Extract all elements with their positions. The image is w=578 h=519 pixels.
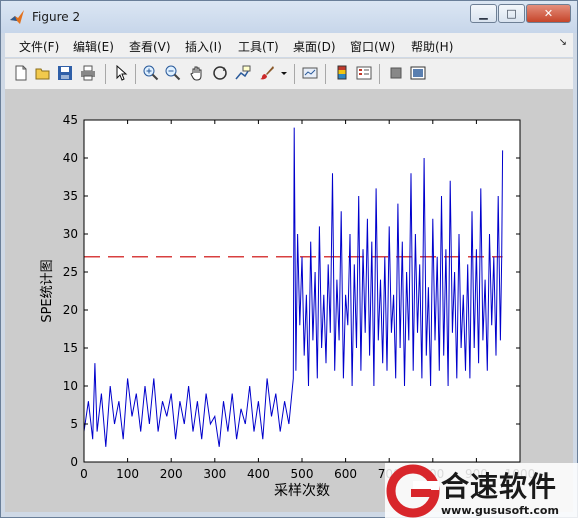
brush-dropdown-icon[interactable] [280, 65, 288, 81]
pointer-icon[interactable] [113, 65, 129, 81]
y-tick-label: 10 [63, 379, 78, 393]
minimize-button[interactable]: ▁ [470, 4, 497, 23]
toolbar-separator [105, 64, 106, 84]
x-tick-label: 100 [116, 467, 139, 481]
spe-chart: 0100200300400500600700800900100005101520… [40, 113, 535, 499]
y-tick-label: 45 [63, 113, 78, 127]
dock-arrow-icon[interactable]: ↘ [559, 37, 567, 48]
toolbar-separator [294, 64, 295, 84]
pan-hand-icon[interactable] [189, 65, 205, 81]
toolbar-separator [135, 64, 136, 84]
zoom-in-icon[interactable] [143, 65, 159, 81]
x-tick-label: 500 [291, 467, 314, 481]
rotate-3d-icon[interactable] [212, 65, 228, 81]
figure-window: Figure 2 ▁ □ ✕ 文件(F) 编辑(E) 查看(V) 插入(I) 工… [0, 0, 578, 519]
y-tick-label: 35 [63, 189, 78, 203]
menu-help[interactable]: 帮助(H) [411, 38, 453, 55]
menu-desktop[interactable]: 桌面(D) [293, 38, 336, 55]
menu-view[interactable]: 查看(V) [129, 38, 171, 55]
toolbar-separator [379, 64, 380, 84]
menu-file[interactable]: 文件(F) [19, 38, 59, 55]
y-tick-label: 40 [63, 151, 78, 165]
legend-icon[interactable] [356, 65, 372, 81]
window-title: Figure 2 [32, 10, 81, 24]
y-tick-label: 30 [63, 227, 78, 241]
watermark-url: www.gususoft.com [441, 504, 559, 517]
x-axis-label: 采样次数 [274, 483, 330, 499]
toolbar [5, 58, 573, 90]
x-tick-label: 600 [334, 467, 357, 481]
y-tick-label: 25 [63, 265, 78, 279]
zoom-out-icon[interactable] [165, 65, 181, 81]
save-icon[interactable] [57, 65, 73, 81]
x-tick-label: 200 [160, 467, 183, 481]
menu-bar: 文件(F) 编辑(E) 查看(V) 插入(I) 工具(T) 桌面(D) 窗口(W… [5, 33, 573, 57]
link-plot-icon[interactable] [302, 65, 318, 81]
x-tick-label: 400 [247, 467, 270, 481]
matlab-logo-icon [10, 10, 24, 24]
close-button[interactable]: ✕ [526, 4, 571, 23]
x-tick-label: 0 [80, 467, 88, 481]
hide-plot-tools-icon[interactable] [388, 65, 404, 81]
open-file-icon[interactable] [35, 65, 51, 81]
y-tick-label: 15 [63, 341, 78, 355]
menu-edit[interactable]: 编辑(E) [73, 38, 114, 55]
new-figure-icon[interactable] [13, 65, 29, 81]
y-tick-label: 5 [70, 417, 78, 431]
colorbar-icon[interactable] [334, 65, 350, 81]
print-icon[interactable] [80, 65, 96, 81]
y-tick-label: 0 [70, 455, 78, 469]
maximize-button[interactable]: □ [498, 4, 525, 23]
data-cursor-icon[interactable] [235, 65, 251, 81]
title-bar[interactable]: Figure 2 ▁ □ ✕ [1, 1, 577, 33]
y-axis-label: SPE统计图 [40, 259, 55, 322]
menu-window[interactable]: 窗口(W) [350, 38, 395, 55]
menu-tools[interactable]: 工具(T) [238, 38, 279, 55]
show-plot-tools-icon[interactable] [410, 65, 426, 81]
menu-insert[interactable]: 插入(I) [185, 38, 222, 55]
brush-icon[interactable] [259, 65, 275, 81]
x-tick-label: 300 [203, 467, 226, 481]
toolbar-separator [325, 64, 326, 84]
y-tick-label: 20 [63, 303, 78, 317]
watermark-brand-text: 合速软件 [441, 470, 558, 503]
